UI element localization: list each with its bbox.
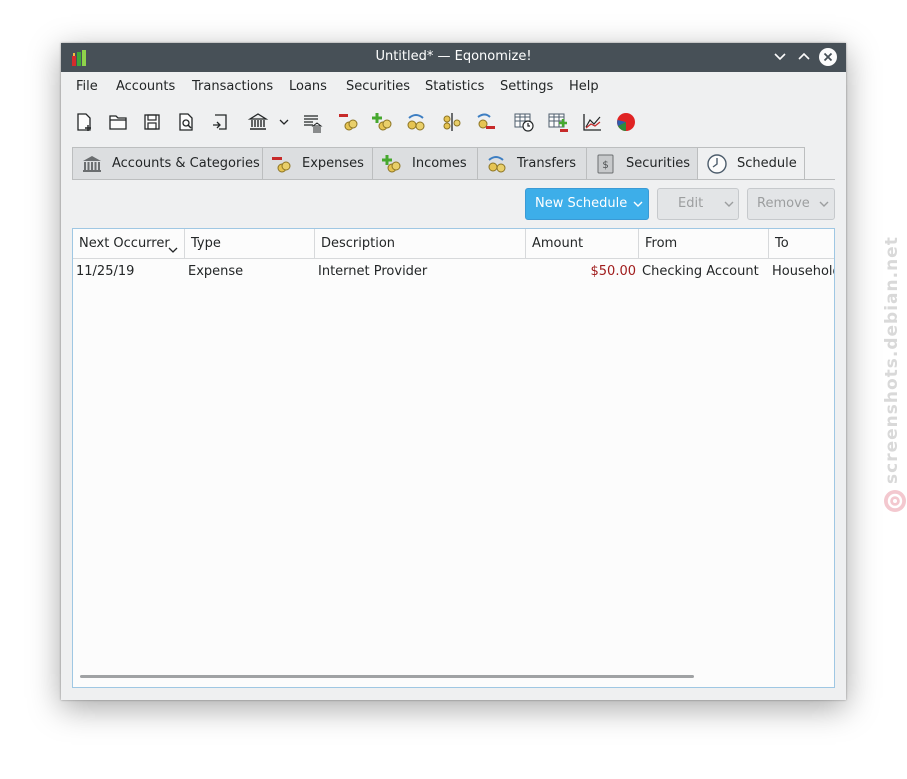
bank-icon (81, 153, 103, 175)
table-header: Next Occurrer Type Description Amount Fr… (73, 229, 834, 259)
table-body: 11/25/19 Expense Internet Provider $50.0… (73, 260, 834, 660)
cell-to: Household (772, 264, 834, 279)
tab-schedule[interactable]: Schedule (697, 147, 805, 180)
column-header-label: Amount (532, 236, 584, 251)
import-icon[interactable] (209, 111, 231, 133)
tab-label: Expenses (302, 156, 364, 171)
column-header-from[interactable]: From (639, 229, 769, 258)
menu-help[interactable]: Help (569, 79, 599, 94)
remove-label: Remove (757, 196, 810, 211)
menu-transactions[interactable]: Transactions (192, 79, 273, 94)
new-table-row-icon[interactable] (547, 111, 569, 133)
tab-label: Accounts & Categories (112, 156, 260, 171)
new-schedule-button[interactable]: New Schedule (525, 188, 649, 220)
column-header-label: Description (321, 236, 396, 251)
ledger-icon[interactable] (301, 111, 323, 133)
new-expense-icon[interactable] (337, 111, 359, 133)
chevron-down-icon[interactable] (818, 198, 830, 210)
tab-divider (72, 179, 835, 180)
chevron-down-icon[interactable] (723, 198, 735, 210)
tab-label: Securities (626, 156, 691, 171)
cell-type: Expense (188, 264, 244, 279)
tab-transfers[interactable]: Transfers (477, 147, 587, 179)
minimize-icon[interactable] (771, 48, 789, 66)
close-icon[interactable] (819, 48, 837, 66)
income-coins-icon (381, 153, 403, 175)
app-window: Untitled* — Eqonomize! File Accounts Tra… (61, 43, 846, 700)
new-refund-icon[interactable] (475, 111, 497, 133)
column-header-label: Type (191, 236, 221, 251)
tab-expenses[interactable]: Expenses (262, 147, 373, 179)
menu-settings[interactable]: Settings (500, 79, 553, 94)
cell-amount: $50.00 (590, 264, 637, 279)
column-header-next-occurrence[interactable]: Next Occurrer (73, 229, 185, 258)
window-title: Untitled* — Eqonomize! (375, 49, 532, 64)
column-header-to[interactable]: To (769, 229, 834, 258)
expense-coins-icon (271, 153, 293, 175)
chevron-down-icon[interactable] (632, 198, 644, 210)
menu-accounts[interactable]: Accounts (116, 79, 175, 94)
new-income-icon[interactable] (371, 111, 393, 133)
menu-loans[interactable]: Loans (289, 79, 327, 94)
tab-accounts-categories[interactable]: Accounts & Categories (72, 147, 263, 179)
remove-button[interactable]: Remove (747, 188, 835, 220)
sort-descending-icon (167, 238, 179, 253)
edit-label: Edit (678, 196, 704, 211)
securities-icon: $ (595, 153, 617, 175)
view-tabs: Accounts & Categories Expenses Incomes T… (72, 147, 835, 180)
debian-swirl-icon (882, 488, 907, 514)
new-file-icon[interactable] (73, 111, 95, 133)
print-preview-icon[interactable] (175, 111, 197, 133)
cell-description: Internet Provider (318, 264, 428, 279)
new-transfer-icon[interactable] (405, 111, 427, 133)
tab-incomes[interactable]: Incomes (372, 147, 478, 179)
column-header-label: Next Occurrer (79, 236, 170, 251)
cell-from: Checking Account (642, 264, 759, 279)
schedule-table-icon[interactable] (513, 111, 535, 133)
menu-file[interactable]: File (76, 79, 98, 94)
clock-icon (706, 153, 728, 175)
new-schedule-label: New Schedule (535, 196, 628, 211)
dropdown-arrow-icon[interactable] (273, 111, 295, 133)
maximize-icon[interactable] (795, 48, 813, 66)
pie-chart-icon[interactable] (615, 111, 637, 133)
column-header-amount[interactable]: Amount (526, 229, 639, 258)
menu-bar: File Accounts Transactions Loans Securit… (61, 72, 846, 102)
column-header-description[interactable]: Description (315, 229, 526, 258)
table-row[interactable]: 11/25/19 Expense Internet Provider $50.0… (73, 260, 834, 284)
tab-label: Incomes (412, 156, 467, 171)
open-folder-icon[interactable] (107, 111, 129, 133)
bank-icon[interactable] (247, 111, 269, 133)
column-header-label: To (775, 236, 789, 251)
column-header-type[interactable]: Type (185, 229, 315, 258)
title-bar[interactable]: Untitled* — Eqonomize! (61, 43, 846, 72)
watermark-text: screenshots.debian.net (882, 236, 902, 484)
menu-statistics[interactable]: Statistics (425, 79, 484, 94)
tab-label: Transfers (517, 156, 577, 171)
tab-securities[interactable]: $ Securities (586, 147, 698, 179)
transfer-coins-icon (486, 153, 508, 175)
column-header-label: From (645, 236, 678, 251)
split-transaction-icon[interactable] (441, 111, 463, 133)
save-icon[interactable] (141, 111, 163, 133)
line-chart-icon[interactable] (581, 111, 603, 133)
cell-next-occurrence: 11/25/19 (76, 264, 135, 279)
tab-label: Schedule (737, 156, 797, 171)
svg-text:$: $ (602, 160, 608, 171)
menu-securities[interactable]: Securities (346, 79, 410, 94)
schedule-table: Next Occurrer Type Description Amount Fr… (72, 228, 835, 688)
main-toolbar (61, 105, 846, 139)
edit-button[interactable]: Edit (657, 188, 739, 220)
horizontal-scrollbar[interactable] (80, 675, 694, 678)
